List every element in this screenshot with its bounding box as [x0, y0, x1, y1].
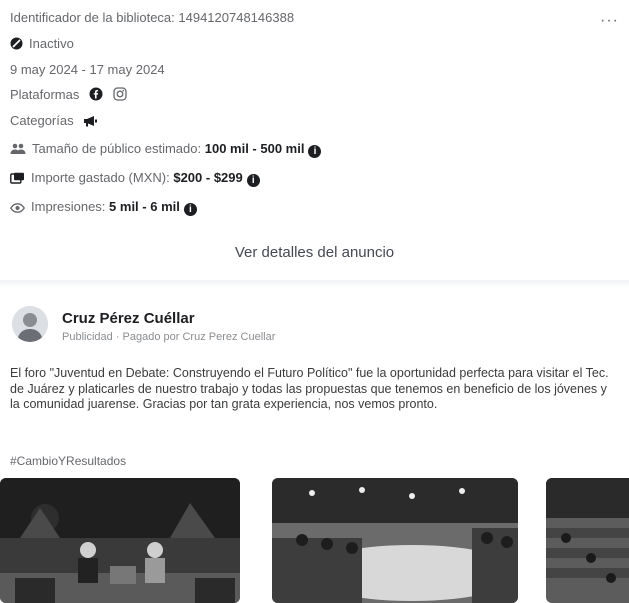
more-options-button[interactable]: ··· — [600, 12, 619, 30]
date-range: 9 may 2024 - 17 may 2024 — [10, 62, 165, 77]
platforms-row: Plataformas — [10, 87, 133, 104]
page-avatar[interactable] — [12, 306, 48, 342]
audience-row: Tamaño de público estimado: 100 mil - 50… — [10, 141, 322, 158]
status-text: Inactivo — [29, 36, 74, 51]
facebook-icon — [89, 87, 103, 104]
megaphone-icon — [83, 115, 98, 130]
people-icon — [10, 143, 26, 158]
divider — [0, 280, 629, 288]
post-photo[interactable] — [272, 478, 518, 603]
impressions-value: 5 mil - 6 mil — [109, 199, 180, 214]
view-ad-details-button[interactable]: Ver detalles del anuncio — [0, 244, 629, 261]
audience-value: 100 mil - 500 mil — [204, 141, 305, 156]
eye-icon — [10, 201, 25, 216]
hashtag[interactable]: #CambioYResultados — [10, 454, 126, 468]
sponsor-prefix: Publicidad · — [62, 331, 123, 343]
library-id: Identificador de la biblioteca: 14941207… — [10, 10, 295, 25]
audience-label: Tamaño de público estimado: — [32, 141, 202, 156]
page-name[interactable]: Cruz Pérez Cuéllar — [62, 310, 195, 327]
impressions-label: Impresiones: — [31, 199, 106, 214]
info-icon[interactable]: i — [183, 203, 197, 216]
categories-label: Categorías — [10, 113, 74, 128]
paid-by-text: Pagado por Cruz Perez Cuellar — [122, 331, 276, 343]
inactive-icon — [10, 37, 23, 53]
post-body: El foro "Juventud en Debate: Construyend… — [10, 366, 609, 411]
categories-row: Categorías — [10, 113, 104, 130]
money-icon — [10, 172, 25, 187]
info-icon[interactable]: i — [246, 174, 260, 187]
instagram-icon — [112, 87, 127, 104]
post-photo[interactable] — [0, 478, 240, 603]
info-icon[interactable]: i — [308, 145, 322, 158]
sponsor-line: Publicidad · Pagado por Cruz Perez Cuell… — [62, 331, 275, 343]
platforms-label: Plataformas — [10, 87, 80, 102]
spend-label: Importe gastado (MXN): — [31, 170, 170, 185]
spend-value: $200 - $299 — [173, 170, 243, 185]
post-photo[interactable] — [546, 478, 629, 603]
status-row: Inactivo — [10, 36, 74, 53]
spend-row: Importe gastado (MXN): $200 - $299 i — [10, 170, 260, 187]
impressions-row: Impresiones: 5 mil - 6 mil i — [10, 199, 197, 216]
